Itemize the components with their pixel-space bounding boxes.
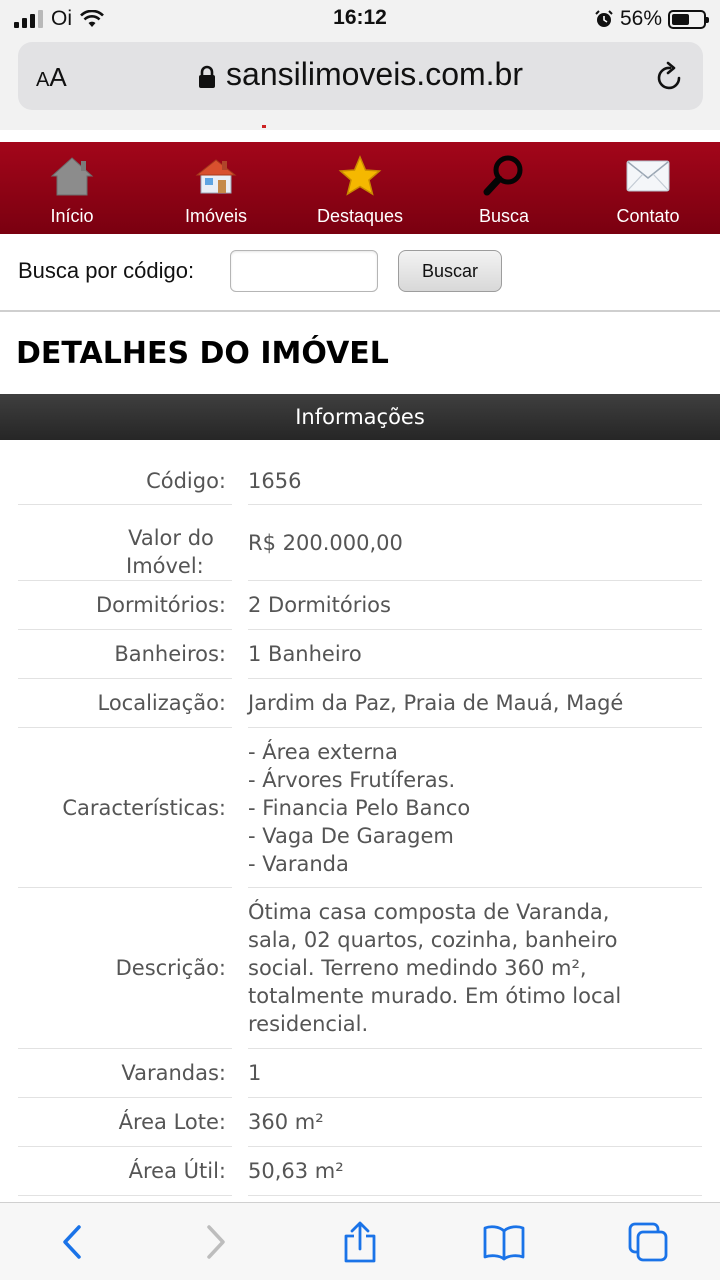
detail-value: 1656 (248, 457, 702, 505)
house-icon (195, 159, 237, 194)
reload-icon[interactable] (655, 60, 685, 92)
battery-percent: 56% (619, 7, 662, 30)
nav-label: Busca (478, 206, 530, 226)
search-label: Busca por código: (18, 258, 195, 283)
back-button[interactable] (0, 1203, 144, 1280)
alarm-icon (595, 10, 613, 27)
address-bar[interactable]: AA sansilimoveis.com.br (18, 42, 703, 110)
feature-item: - Vaga De Garagem (248, 823, 454, 848)
property-details: Código: 1656 Valor do Imóvel: R$ 200.000… (18, 457, 702, 1196)
nav-contato[interactable]: Contato (576, 142, 720, 234)
feature-item: - Varanda (248, 851, 349, 876)
battery-icon (668, 9, 709, 29)
nav-busca[interactable]: Busca (432, 142, 576, 234)
detail-label: Descrição: (18, 888, 232, 1049)
detail-label: Características: (18, 728, 232, 888)
detail-label: Varandas: (18, 1049, 232, 1098)
detail-row-caracteristicas: Características: - Área externa - Árvore… (18, 728, 702, 888)
browser-toolbar (0, 1202, 720, 1280)
detail-label: Código: (18, 457, 232, 505)
feature-item: - Árvores Frutíferas. (248, 767, 456, 792)
page-title: DETALHES DO IMÓVEL (16, 336, 389, 371)
bookmarks-button[interactable] (432, 1203, 576, 1280)
detail-value: Jardim da Paz, Praia de Mauá, Magé (248, 679, 702, 728)
detail-label: Banheiros: (18, 630, 232, 679)
detail-row-area-util: Área Útil: 50,63 m² (18, 1147, 702, 1196)
detail-value: - Área externa - Árvores Frutíferas. - F… (248, 728, 702, 888)
detail-row-codigo: Código: 1656 (18, 457, 702, 505)
envelope-icon (626, 160, 670, 192)
status-bar: Oi 16:12 56% (0, 0, 720, 36)
detail-value: 2 Dormitórios (248, 581, 702, 630)
feature-item: - Área externa (248, 739, 398, 764)
detail-row-descricao: Descrição: Ótima casa composta de Varand… (18, 888, 702, 1049)
detail-row-valor: Valor do Imóvel: R$ 200.000,00 (18, 505, 702, 581)
detail-label: Valor do Imóvel: (18, 505, 232, 581)
detail-value: 360 m² (248, 1098, 702, 1147)
detail-label: Área Útil: (18, 1147, 232, 1196)
forward-button[interactable] (144, 1203, 288, 1280)
lock-icon (199, 65, 216, 88)
feature-item: - Financia Pelo Banco (248, 795, 471, 820)
detail-value: 1 Banheiro (248, 630, 702, 679)
nav-label: Contato (616, 206, 680, 226)
detail-value: R$ 200.000,00 (248, 505, 702, 581)
detail-label: Área Lote: (18, 1098, 232, 1147)
browser-chrome: AA sansilimoveis.com.br (0, 36, 720, 130)
page-edge-mark (262, 125, 266, 128)
tabs-icon (628, 1222, 668, 1261)
main-nav: Início Imóveis Destaques Busca Contato (0, 142, 720, 234)
star-icon (338, 155, 382, 196)
home-icon (50, 157, 94, 196)
tabs-button[interactable] (576, 1203, 720, 1280)
forward-icon (207, 1224, 225, 1259)
detail-value: 1 (248, 1049, 702, 1098)
url-text[interactable]: sansilimoveis.com.br (226, 56, 523, 92)
code-search: Busca por código: Buscar (0, 234, 720, 312)
share-button[interactable] (288, 1203, 432, 1280)
detail-value: 50,63 m² (248, 1147, 702, 1196)
detail-value: Ótima casa composta de Varanda, sala, 02… (248, 888, 702, 1049)
nav-label: Destaques (316, 206, 404, 226)
nav-label: Imóveis (184, 206, 247, 226)
nav-imoveis[interactable]: Imóveis (144, 142, 288, 234)
nav-label: Início (50, 206, 94, 226)
detail-row-localizacao: Localização: Jardim da Paz, Praia de Mau… (18, 679, 702, 728)
search-button[interactable]: Buscar (398, 250, 502, 292)
detail-row-varandas: Varandas: 1 (18, 1049, 702, 1098)
detail-row-area-lote: Área Lote: 360 m² (18, 1098, 702, 1147)
code-input[interactable] (230, 250, 378, 292)
detail-label: Localização: (18, 679, 232, 728)
bookmarks-icon (483, 1224, 525, 1260)
nav-inicio[interactable]: Início (0, 142, 144, 234)
nav-destaques[interactable]: Destaques (288, 142, 432, 234)
back-icon (63, 1224, 81, 1259)
magnifier-icon (483, 155, 523, 196)
detail-row-dormitorios: Dormitórios: 2 Dormitórios (18, 581, 702, 630)
detail-label: Dormitórios: (18, 581, 232, 630)
share-icon (344, 1221, 376, 1262)
detail-row-banheiros: Banheiros: 1 Banheiro (18, 630, 702, 679)
section-header: Informações (0, 394, 720, 440)
